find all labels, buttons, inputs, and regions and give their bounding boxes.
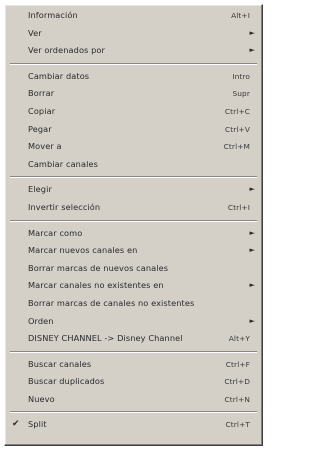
menu-item-buscar-duplicados[interactable]: Buscar duplicados Ctrl+D xyxy=(8,373,259,391)
menu-item-label: DISNEY CHANNEL -> Disney Channel xyxy=(28,333,183,344)
menu-item-shortcut: Ctrl+C xyxy=(224,106,250,116)
menu-item-label: Buscar duplicados xyxy=(28,376,105,387)
menu-item-cambiar-canales[interactable]: Cambiar canales xyxy=(8,156,259,174)
menu-item-label: Borrar marcas de nuevos canales xyxy=(28,262,169,273)
menu-item-ver[interactable]: Ver ► xyxy=(8,25,259,43)
menu-separator xyxy=(10,62,257,65)
menu-item-marcar-como[interactable]: Marcar como ► xyxy=(8,225,259,243)
menu-item-marcar-nuevos-canales-en[interactable]: Marcar nuevos canales en ► xyxy=(8,242,259,260)
menu-item-marcar-canales-no-existentes-en[interactable]: Marcar canales no existentes en ► xyxy=(8,277,259,295)
menu-item-ver-ordenados-por[interactable]: Ver ordenados por ► xyxy=(8,42,259,60)
menu-separator xyxy=(10,219,257,222)
menu-separator xyxy=(10,176,257,179)
menu-item-shortcut: Alt+Y xyxy=(228,334,250,344)
menu-item-copiar[interactable]: Copiar Ctrl+C xyxy=(8,103,259,121)
menu-item-label: Nuevo xyxy=(28,393,55,404)
menu-item-orden[interactable]: Orden ► xyxy=(8,313,259,331)
menu-separator xyxy=(10,411,257,414)
menu-item-pegar[interactable]: Pegar Ctrl+V xyxy=(8,121,259,139)
menu-item-shortcut: Ctrl+V xyxy=(225,124,250,134)
menu-item-label: Información xyxy=(28,10,78,20)
menu-item-disney-channel-disney-channel[interactable]: DISNEY CHANNEL -> Disney Channel Alt+Y xyxy=(8,330,259,348)
menu-item-shortcut: Ctrl+T xyxy=(225,420,250,430)
context-menu: Información Alt+I Ver ► Ver ordenados por ► Ca… xyxy=(4,4,263,446)
menu-item-label: Ver ordenados por xyxy=(28,45,105,56)
menu-item-label: Split xyxy=(28,419,47,430)
menu-item-label: Mover a xyxy=(28,141,62,152)
menu-item-borrar[interactable]: Borrar Supr xyxy=(8,85,259,103)
menu-item-label: Marcar nuevos canales en xyxy=(28,245,138,256)
menu-item-mover-a[interactable]: Mover a Ctrl+M xyxy=(8,138,259,156)
menu-item-label: Cambiar datos xyxy=(28,70,90,81)
menu-item-label: Marcar como xyxy=(28,227,83,238)
menu-item-label: Borrar marcas de canales no existentes xyxy=(28,297,195,308)
menu-item-label: Copiar xyxy=(28,105,56,116)
menu-item-shortcut: Ctrl+M xyxy=(223,142,250,152)
menu-item-borrar-marcas-de-canales-no-existentes[interactable]: Borrar marcas de canales no existentes xyxy=(8,295,259,313)
menu-item-split[interactable]: ✔ Split Ctrl+T xyxy=(8,416,259,434)
menu-item-shortcut: Ctrl+N xyxy=(224,394,250,404)
menu-item-shortcut: Ctrl+D xyxy=(224,377,250,387)
submenu-arrow-icon: ► xyxy=(249,316,255,325)
menu-item-invertir-seleccion[interactable]: Invertir selección Ctrl+I xyxy=(8,199,259,217)
menu-item-label: Elegir xyxy=(28,184,52,195)
checkmark-icon: ✔ xyxy=(12,419,20,430)
menu-item-label: Ver xyxy=(28,27,42,38)
menu-item-shortcut: Ctrl+I xyxy=(227,202,250,212)
submenu-arrow-icon: ► xyxy=(249,28,255,37)
menu-item-shortcut: Ctrl+F xyxy=(225,359,250,369)
menu-item-label: Cambiar canales xyxy=(28,158,98,169)
menu-item-borrar-marcas-de-nuevos-canales[interactable]: Borrar marcas de nuevos canales xyxy=(8,260,259,278)
menu-item-label: Orden xyxy=(28,315,54,326)
submenu-arrow-icon: ► xyxy=(249,281,255,290)
menu-item-shortcut: Supr xyxy=(232,89,250,99)
menu-item-cambiar-datos[interactable]: Cambiar datos Intro xyxy=(8,68,259,86)
menu-item-shortcut: Intro xyxy=(232,71,250,81)
menu-item-label: Pegar xyxy=(28,123,52,134)
submenu-arrow-icon: ► xyxy=(249,46,255,55)
submenu-arrow-icon: ► xyxy=(249,228,255,237)
menu-item-shortcut: Alt+I xyxy=(231,11,250,20)
menu-item-label: Buscar canales xyxy=(28,358,92,369)
menu-item-label: Marcar canales no existentes en xyxy=(28,280,164,291)
menu-item-informacion[interactable]: Información Alt+I xyxy=(8,7,259,25)
menu-item-label: Borrar xyxy=(28,88,55,99)
submenu-arrow-icon: ► xyxy=(249,246,255,255)
menu-item-elegir[interactable]: Elegir ► xyxy=(8,181,259,199)
menu-item-label: Invertir selección xyxy=(28,201,101,212)
menu-separator xyxy=(10,350,257,353)
menu-item-nuevo[interactable]: Nuevo Ctrl+N xyxy=(8,391,259,409)
submenu-arrow-icon: ► xyxy=(249,185,255,194)
menu-item-buscar-canales[interactable]: Buscar canales Ctrl+F xyxy=(8,356,259,374)
